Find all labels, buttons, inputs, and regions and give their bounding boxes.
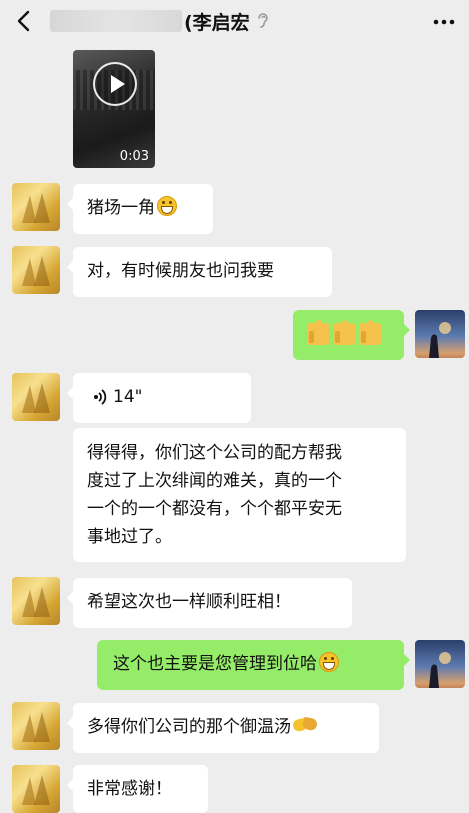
voice-wave-icon xyxy=(94,389,107,405)
avatar-self[interactable] xyxy=(415,640,465,688)
message-text: 对，有时候朋友也问我要 xyxy=(87,261,274,281)
voice-message[interactable]: 14" xyxy=(67,373,251,423)
grin-emoji-icon xyxy=(157,196,177,216)
message-text: 希望这次也一样顺利旺相！ xyxy=(87,592,291,612)
message-line: 事地过了。 xyxy=(87,527,172,547)
message-line: 得得得，你们这个公司的配方帮我 xyxy=(87,443,342,463)
avatar-self[interactable] xyxy=(415,310,465,358)
video-message[interactable]: 0:03 xyxy=(73,50,155,168)
handshake-emoji-icon xyxy=(293,716,317,734)
chat-title: (李启宏 xyxy=(184,11,250,34)
chevron-left-icon xyxy=(17,10,30,32)
avatar[interactable] xyxy=(12,702,60,750)
message-line: 一个的一个都没有，个个都平安无 xyxy=(87,499,342,519)
earpiece-icon xyxy=(256,12,270,30)
message-bubble[interactable]: 这个也主要是您管理到位哈 xyxy=(97,640,410,690)
thumbs-up-icon xyxy=(307,320,329,345)
video-duration: 0:03 xyxy=(119,149,149,164)
voice-duration: 14" xyxy=(113,387,143,407)
blurred-contact-name xyxy=(50,10,182,32)
message-text: 多得你们公司的那个御温汤 xyxy=(87,717,291,737)
avatar[interactable] xyxy=(12,246,60,294)
message-bubble[interactable]: 得得得，你们这个公司的配方帮我 度过了上次绯闻的难关，真的一个 一个的一个都没有… xyxy=(73,428,406,562)
message-line: 度过了上次绯闻的难关，真的一个 xyxy=(87,471,342,491)
thumbs-up-icon xyxy=(359,320,381,345)
avatar[interactable] xyxy=(12,183,60,231)
avatar[interactable] xyxy=(12,373,60,421)
message-bubble[interactable]: 多得你们公司的那个御温汤 xyxy=(67,703,379,753)
more-dots-icon xyxy=(433,19,455,25)
thumbs-up-icon xyxy=(333,320,355,345)
message-text: 这个也主要是您管理到位哈 xyxy=(113,654,317,674)
avatar[interactable] xyxy=(12,577,60,625)
play-icon[interactable] xyxy=(93,62,137,106)
message-bubble[interactable]: 希望这次也一样顺利旺相！ xyxy=(67,578,352,628)
message-text: 非常感谢！ xyxy=(87,779,172,799)
chat-title-area: (李启宏 xyxy=(50,6,270,36)
back-button[interactable] xyxy=(10,8,36,34)
message-bubble[interactable]: 对，有时候朋友也问我要 xyxy=(67,247,332,297)
message-bubble[interactable] xyxy=(293,310,410,360)
grin-emoji-icon xyxy=(319,652,339,672)
message-bubble[interactable]: 非常感谢！ xyxy=(67,765,208,813)
message-bubble[interactable]: 猪场一角 xyxy=(67,184,213,234)
message-text: 猪场一角 xyxy=(87,198,155,218)
chat-header: (李启宏 xyxy=(0,0,469,44)
more-button[interactable] xyxy=(431,10,457,34)
avatar[interactable] xyxy=(12,765,60,813)
